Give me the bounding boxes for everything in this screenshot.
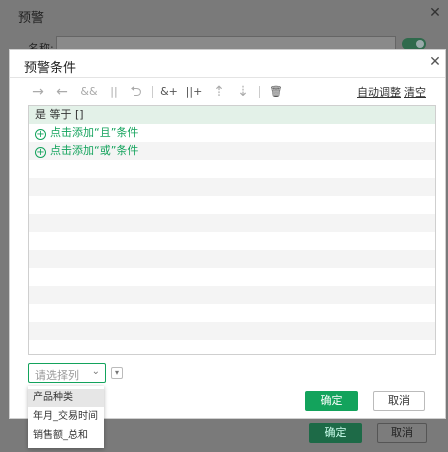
empty-row (29, 214, 435, 232)
add-circle-icon: + (35, 147, 46, 158)
toolbar-separator (259, 86, 260, 98)
add-or-icon[interactable]: ||+ (185, 82, 203, 102)
move-up-icon[interactable]: ⇡ (211, 82, 227, 102)
outer-ok-button[interactable]: 确定 (309, 423, 362, 443)
add-circle-icon: + (35, 129, 46, 140)
move-down-icon[interactable]: ⇣ (235, 82, 251, 102)
empty-row (29, 322, 435, 340)
empty-row (29, 160, 435, 178)
condition-row[interactable]: 是 等于 [] (29, 106, 435, 124)
chevron-down-icon: ⌄ (91, 366, 100, 377)
outer-cancel-button[interactable]: 取消 (377, 423, 427, 443)
dropdown-option[interactable]: 产品种类 (28, 389, 104, 407)
arrow-left-icon[interactable]: ← (54, 82, 70, 102)
warning-condition-dialog: 预警条件 ✕ → ← && || ⮌ &+ ||+ ⇡ ⇣ 🗑 自动调整 清空 … (9, 49, 446, 419)
or-icon[interactable]: || (107, 82, 121, 102)
toolbar: → ← && || ⮌ &+ ||+ ⇡ ⇣ 🗑 自动调整 清空 (30, 82, 430, 104)
condition-text: 是 等于 [] (35, 108, 84, 121)
delete-icon[interactable]: 🗑 (268, 82, 284, 102)
column-select-placeholder: 请选择列 (35, 369, 79, 382)
empty-row (29, 268, 435, 286)
column-select[interactable]: 请选择列 ⌄ (28, 363, 106, 383)
add-and-label: 点击添加“且”条件 (50, 126, 139, 139)
empty-row (29, 340, 435, 354)
add-and-condition[interactable]: + 点击添加“且”条件 (29, 124, 435, 142)
and-icon[interactable]: && (80, 82, 98, 102)
column-dropdown-list: 产品种类 年月_交易时间 销售额_总和 (28, 386, 104, 448)
outer-close-icon[interactable]: ✕ (428, 6, 442, 20)
empty-row (29, 232, 435, 250)
close-icon[interactable]: ✕ (428, 55, 442, 69)
auto-adjust-link[interactable]: 自动调整 (357, 84, 401, 100)
empty-row (29, 196, 435, 214)
add-or-label: 点击添加“或”条件 (50, 144, 139, 157)
condition-list: 是 等于 [] + 点击添加“且”条件 + 点击添加“或”条件 (28, 105, 436, 355)
return-icon[interactable]: ⮌ (128, 82, 144, 102)
ok-button[interactable]: 确定 (305, 391, 358, 411)
clear-link[interactable]: 清空 (404, 84, 426, 100)
empty-row (29, 178, 435, 196)
cancel-button[interactable]: 取消 (373, 391, 425, 411)
toolbar-separator (152, 86, 153, 98)
dropdown-option[interactable]: 年月_交易时间 (28, 408, 104, 426)
empty-row (29, 286, 435, 304)
add-and-icon[interactable]: &+ (160, 82, 178, 102)
empty-row (29, 250, 435, 268)
dialog-title: 预警条件 (24, 61, 77, 76)
add-or-condition[interactable]: + 点击添加“或”条件 (29, 142, 435, 160)
title-divider (10, 77, 445, 78)
arrow-right-icon[interactable]: → (30, 82, 46, 102)
operator-dropdown-icon[interactable]: ▾ (111, 367, 123, 379)
dropdown-option[interactable]: 销售额_总和 (28, 427, 104, 445)
empty-row (29, 304, 435, 322)
outer-dialog-title: 预警 (18, 11, 45, 26)
